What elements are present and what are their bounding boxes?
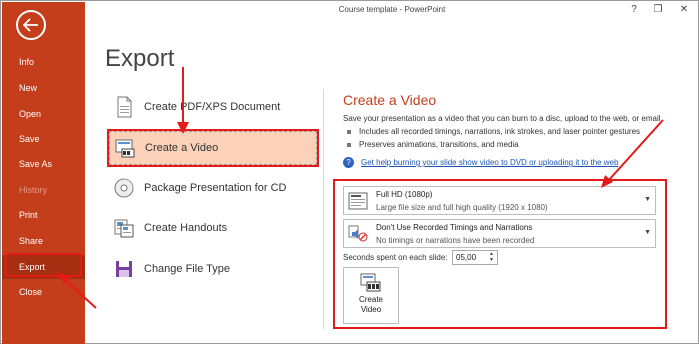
seconds-label: Seconds spent on each slide: (343, 253, 448, 262)
option-label: Change File Type (144, 263, 231, 275)
panel-divider (323, 89, 324, 329)
option-change-file-type[interactable]: Change File Type (109, 252, 317, 286)
create-video-button[interactable]: Create Video (343, 267, 399, 324)
panel-title: Create a Video (343, 92, 437, 108)
help-link[interactable]: ? Get help burning your slide show video… (343, 157, 618, 168)
restore-button[interactable]: ❐ (651, 4, 665, 15)
video-option-annotation-box (107, 129, 319, 167)
file-type-icon (113, 258, 135, 280)
panel-description: Save your presentation as a video that y… (343, 114, 661, 123)
quality-main-text: Full HD (1080p) (376, 190, 433, 199)
sidebar-item-print[interactable]: Print (2, 203, 85, 227)
option-label: Create PDF/XPS Document (144, 101, 281, 113)
option-label: Create Handouts (144, 222, 228, 234)
title-bar: Course template - PowerPoint ? ❐ ✕ (85, 2, 699, 20)
close-window-button[interactable]: ✕ (677, 4, 691, 15)
seconds-input[interactable] (453, 251, 487, 264)
option-package-cd[interactable]: Package Presentation for CD (109, 171, 317, 205)
help-icon: ? (343, 157, 354, 168)
decrement-icon[interactable]: ▼ (487, 257, 496, 263)
sidebar-item-new[interactable]: New (2, 76, 85, 100)
window-title: Course template - PowerPoint (338, 5, 446, 14)
presentation-quality-icon (348, 192, 368, 210)
backstage-sidebar: Info New Open Save Save As History Print… (2, 2, 85, 344)
quality-sub-text: Large file size and full high quality (1… (376, 203, 548, 212)
sidebar-item-info[interactable]: Info (2, 50, 85, 74)
handouts-icon (113, 217, 135, 239)
timings-dropdown[interactable]: Don't Use Recorded Timings and Narration… (343, 219, 656, 248)
chevron-down-icon: ▼ (644, 229, 651, 236)
timings-sub-text: No timings or narrations have been recor… (376, 236, 535, 245)
back-button[interactable] (16, 10, 46, 40)
export-annotation-box (5, 253, 82, 277)
powerpoint-window: Info New Open Save Save As History Print… (0, 0, 699, 344)
no-narration-icon (348, 225, 368, 243)
bullet-item: Includes all recorded timings, narration… (347, 127, 640, 136)
create-button-line1: Create (358, 295, 383, 304)
help-button[interactable]: ? (627, 4, 641, 15)
option-label: Package Presentation for CD (144, 182, 287, 194)
sidebar-item-save[interactable]: Save (2, 127, 85, 151)
option-create-handouts[interactable]: Create Handouts (109, 211, 317, 245)
timings-main-text: Don't Use Recorded Timings and Narration… (376, 223, 533, 232)
sidebar-item-close[interactable]: Close (2, 280, 85, 304)
create-button-line2: Video (360, 305, 382, 314)
cd-icon (113, 177, 135, 199)
seconds-stepper[interactable]: ▲ ▼ (452, 250, 498, 265)
sidebar-item-save-as[interactable]: Save As (2, 152, 85, 176)
sidebar-item-open[interactable]: Open (2, 102, 85, 126)
chevron-down-icon: ▼ (644, 196, 651, 203)
page-title: Export (105, 45, 175, 72)
pdf-document-icon (113, 96, 135, 118)
bullet-item: Preserves animations, transitions, and m… (347, 140, 519, 149)
sidebar-item-share[interactable]: Share (2, 229, 85, 253)
option-create-pdf-xps[interactable]: Create PDF/XPS Document (109, 90, 317, 124)
sidebar-item-history: History (19, 185, 48, 195)
create-video-icon (360, 273, 382, 293)
back-arrow-icon (23, 18, 38, 32)
quality-dropdown[interactable]: Full HD (1080p) Large file size and full… (343, 186, 656, 215)
